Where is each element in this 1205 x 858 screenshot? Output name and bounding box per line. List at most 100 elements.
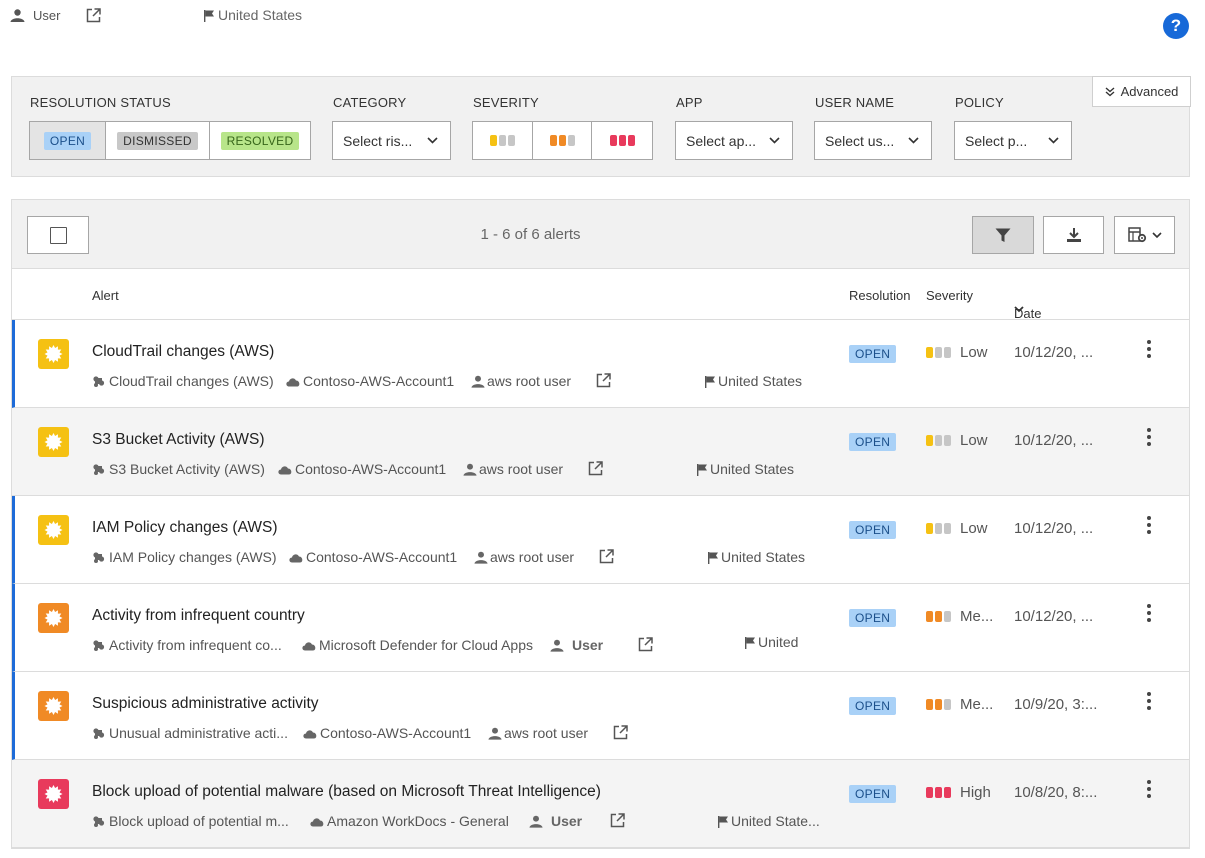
alert-policy[interactable]: S3 Bucket Activity (AWS) xyxy=(91,461,265,477)
alert-policy[interactable]: CloudTrail changes (AWS) xyxy=(91,373,274,389)
download-button[interactable] xyxy=(1043,216,1104,254)
alert-user[interactable]: aws root user xyxy=(471,373,571,389)
table-row[interactable]: CloudTrail changes (AWS) CloudTrail chan… xyxy=(12,320,1189,408)
external-link-icon[interactable] xyxy=(86,8,101,23)
more-options-icon[interactable] xyxy=(1143,340,1155,362)
alert-app-label: Contoso-AWS-Account1 xyxy=(303,373,455,389)
table-row[interactable]: Suspicious administrative activity Unusu… xyxy=(12,672,1189,760)
alert-title[interactable]: S3 Bucket Activity (AWS) xyxy=(92,431,265,449)
more-options-icon[interactable] xyxy=(1143,516,1155,538)
chevron-down-icon xyxy=(1151,231,1162,239)
open-chip: OPEN xyxy=(849,609,897,627)
alert-severity-icon xyxy=(38,515,69,545)
column-header-alert[interactable]: Alert xyxy=(92,288,119,303)
more-options-icon[interactable] xyxy=(1143,604,1155,626)
external-link-icon[interactable] xyxy=(599,549,614,564)
policy-icon xyxy=(91,815,107,828)
more-options-icon[interactable] xyxy=(1143,692,1155,714)
alert-user[interactable]: User xyxy=(529,813,582,829)
alert-app[interactable]: Amazon WorkDocs - General xyxy=(309,813,509,829)
alert-title[interactable]: Suspicious administrative activity xyxy=(92,695,319,713)
column-header-severity[interactable]: Severity xyxy=(926,288,973,303)
severity-bars xyxy=(926,787,951,798)
alert-title[interactable]: IAM Policy changes (AWS) xyxy=(92,519,277,537)
filter-resolution-status: RESOLUTION STATUS xyxy=(30,95,171,110)
alert-app[interactable]: Contoso-AWS-Account1 xyxy=(288,549,457,565)
alert-country: United xyxy=(744,634,798,650)
alert-resolution: OPEN xyxy=(849,609,897,627)
table-row[interactable]: S3 Bucket Activity (AWS) S3 Bucket Activ… xyxy=(12,408,1189,496)
alert-app[interactable]: Contoso-AWS-Account1 xyxy=(302,725,471,741)
top-user[interactable]: User xyxy=(10,8,60,23)
user-name-select[interactable]: Select us... xyxy=(814,121,932,160)
resolution-resolved-option[interactable]: RESOLVED xyxy=(210,122,310,159)
alert-user[interactable]: aws root user xyxy=(474,549,574,565)
alert-policy[interactable]: IAM Policy changes (AWS) xyxy=(91,549,277,565)
app-select[interactable]: Select ap... xyxy=(675,121,793,160)
alert-country-label: United State... xyxy=(731,813,820,829)
filter-category: CATEGORY xyxy=(333,95,406,110)
resolved-chip: RESOLVED xyxy=(220,131,300,150)
table-row[interactable]: Block upload of potential malware (based… xyxy=(12,760,1189,848)
alert-app[interactable]: Contoso-AWS-Account1 xyxy=(285,373,454,389)
open-chip: OPEN xyxy=(849,697,897,715)
resolution-open-option[interactable]: OPEN xyxy=(30,122,106,159)
alert-severity: Low xyxy=(926,432,988,449)
alert-app[interactable]: Contoso-AWS-Account1 xyxy=(277,461,446,477)
resolution-dismissed-option[interactable]: DISMISSED xyxy=(106,122,210,159)
alert-title[interactable]: Block upload of potential malware (based… xyxy=(92,783,601,801)
alert-policy[interactable]: Block upload of potential m... xyxy=(91,813,289,829)
alert-app-label: Amazon WorkDocs - General xyxy=(327,813,509,829)
advanced-button[interactable]: Advanced xyxy=(1092,76,1191,107)
table-row[interactable]: IAM Policy changes (AWS) IAM Policy chan… xyxy=(12,496,1189,584)
severity-high-option[interactable] xyxy=(592,122,652,159)
alert-user-label: aws root user xyxy=(490,549,575,565)
alert-user[interactable]: aws root user xyxy=(488,725,588,741)
table-settings-button[interactable] xyxy=(1114,216,1175,254)
column-header-resolution[interactable]: Resolution xyxy=(849,288,910,303)
alert-policy[interactable]: Unusual administrative acti... xyxy=(91,725,288,741)
alert-title[interactable]: Activity from infrequent country xyxy=(92,607,305,625)
severity-low-bars xyxy=(490,135,515,146)
category-select[interactable]: Select ris... xyxy=(332,121,451,160)
more-options-icon[interactable] xyxy=(1143,780,1155,802)
open-chip: OPEN xyxy=(849,785,897,803)
alert-severity-icon xyxy=(38,603,69,633)
top-bar: User United States ? xyxy=(0,0,1205,40)
person-icon xyxy=(488,727,502,740)
policy-icon xyxy=(91,727,107,740)
top-country-label: United States xyxy=(218,7,303,23)
external-link-icon[interactable] xyxy=(610,813,625,828)
policy-select[interactable]: Select p... xyxy=(954,121,1072,160)
filter-button[interactable] xyxy=(972,216,1034,254)
alert-severity-icon xyxy=(38,691,69,721)
open-chip: OPEN xyxy=(849,521,897,539)
severity-low-option[interactable] xyxy=(473,122,533,159)
alert-title[interactable]: CloudTrail changes (AWS) xyxy=(92,343,274,361)
open-chip: OPEN xyxy=(849,433,897,451)
alert-policy[interactable]: Activity from infrequent co... xyxy=(91,637,282,653)
help-button[interactable]: ? xyxy=(1163,13,1189,39)
cloud-icon xyxy=(302,728,318,739)
alert-policy-label: Block upload of potential m... xyxy=(109,813,289,829)
alert-user[interactable]: User xyxy=(550,637,603,653)
severity-medium-option[interactable] xyxy=(533,122,592,159)
cloud-icon xyxy=(285,376,301,387)
alert-app[interactable]: Microsoft Defender for Cloud Apps xyxy=(301,637,533,653)
external-link-icon[interactable] xyxy=(638,637,653,652)
funnel-icon xyxy=(995,228,1011,243)
external-link-icon[interactable] xyxy=(613,725,628,740)
alert-country-label: United States xyxy=(721,549,806,565)
alert-app-label: Contoso-AWS-Account1 xyxy=(320,725,472,741)
chevron-down-icon xyxy=(769,137,780,144)
external-link-icon[interactable] xyxy=(596,373,611,388)
open-chip: OPEN xyxy=(849,345,897,363)
alert-user[interactable]: aws root user xyxy=(463,461,563,477)
external-link-icon[interactable] xyxy=(588,461,603,476)
filter-label: CATEGORY xyxy=(333,95,407,110)
flag-icon xyxy=(744,636,756,649)
alert-user-label: User xyxy=(572,637,604,653)
severity-medium-bars xyxy=(549,135,575,146)
table-row[interactable]: Activity from infrequent country Activit… xyxy=(12,584,1189,672)
more-options-icon[interactable] xyxy=(1143,428,1155,450)
